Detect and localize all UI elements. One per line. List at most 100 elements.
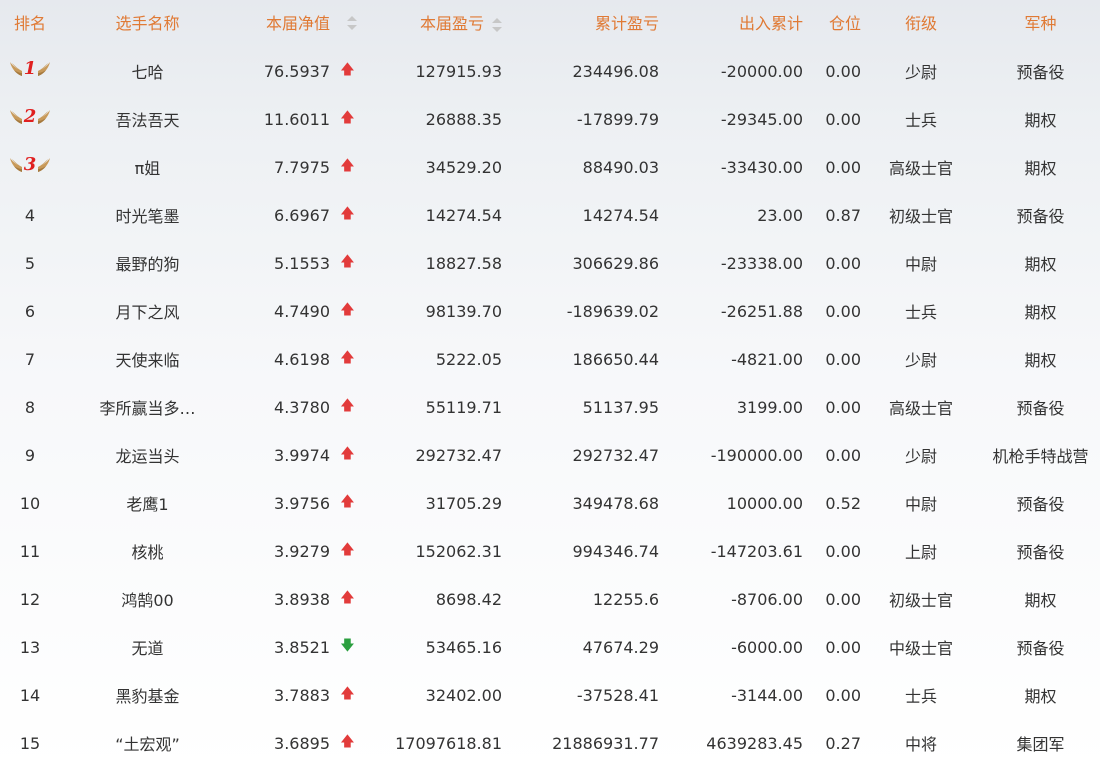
player-name[interactable]: 最野的狗	[60, 251, 235, 275]
table-body: 1 七哈 76.5937 🡅 127915.93 234496.08 -2000…	[0, 47, 1100, 767]
player-name[interactable]: 七哈	[60, 59, 235, 83]
player-name[interactable]: 黑豹基金	[60, 683, 235, 707]
column-header-in-out: 出入累计	[738, 14, 803, 33]
rank-cell: 3	[0, 156, 60, 178]
rank-cell: 13	[0, 638, 60, 657]
ranking-table: 排名 选手名称 本届净值 本届盈亏 累计盈亏 出入累计 仓位 衔级 军种 1 七…	[0, 0, 1100, 770]
trend-cell: 🡅	[330, 59, 365, 83]
arrow-up-icon: 🡅	[340, 110, 355, 126]
army-value: 预备役	[1016, 543, 1065, 562]
sort-icon[interactable]	[346, 16, 357, 30]
trend-cell: 🡅	[330, 299, 365, 323]
rank-number: 1	[23, 60, 37, 79]
trend-cell: 🡅	[330, 251, 365, 275]
position-value: 0.00	[825, 61, 861, 81]
title-value: 中级士官	[888, 639, 953, 658]
army-value: 期权	[1024, 111, 1057, 130]
position-value: 0.00	[825, 445, 861, 465]
player-name[interactable]: 龙运当头	[60, 443, 235, 467]
rank-cell: 10	[0, 494, 60, 513]
column-header-net-value[interactable]: 本届净值	[235, 10, 330, 34]
in-out-value: 10000.00	[726, 493, 803, 513]
medal-wing-icon	[9, 158, 22, 172]
column-header-profit[interactable]: 本届盈亏	[365, 10, 502, 34]
title-value: 士兵	[904, 687, 937, 706]
arrow-up-icon: 🡅	[340, 158, 355, 174]
table-row[interactable]: 7 天使来临 4.6198 🡅 5222.05 186650.44 -4821.…	[0, 335, 1100, 383]
table-row[interactable]: 8 李所赢当多… 4.3780 🡅 55119.71 51137.95 3199…	[0, 383, 1100, 431]
table-row[interactable]: 14 黑豹基金 3.7883 🡅 32402.00 -37528.41 -314…	[0, 671, 1100, 719]
profit-value: 32402.00	[425, 685, 502, 705]
title-value: 士兵	[904, 111, 937, 130]
position-value: 0.00	[825, 397, 861, 417]
title-value: 士兵	[904, 303, 937, 322]
arrow-up-icon: 🡅	[340, 302, 355, 318]
rank-number: 7	[24, 349, 36, 369]
profit-value: 18827.58	[425, 253, 502, 273]
army-value: 预备役	[1016, 207, 1065, 226]
table-header: 排名 选手名称 本届净值 本届盈亏 累计盈亏 出入累计 仓位 衔级 军种	[0, 0, 1100, 44]
title-value: 高级士官	[888, 159, 953, 178]
table-row[interactable]: 1 七哈 76.5937 🡅 127915.93 234496.08 -2000…	[0, 47, 1100, 95]
player-name[interactable]: “土宏观”	[60, 731, 235, 755]
player-name[interactable]: 鸿鹄00	[60, 587, 235, 611]
player-name[interactable]: 时光笔墨	[60, 203, 235, 227]
table-row[interactable]: 11 核桃 3.9279 🡅 152062.31 994346.74 -1472…	[0, 527, 1100, 575]
net-value: 4.3780	[274, 397, 330, 417]
table-row[interactable]: 15 “土宏观” 3.6895 🡅 17097618.81 21886931.7…	[0, 719, 1100, 767]
in-out-value: -4821.00	[731, 349, 803, 369]
profit-value: 31705.29	[425, 493, 502, 513]
medal-wing-icon	[9, 110, 22, 124]
trend-cell: 🡅	[330, 107, 365, 131]
rank-cell: 15	[0, 734, 60, 753]
total-profit-value: -189639.02	[566, 301, 659, 321]
rank-number: 14	[19, 685, 41, 705]
player-name[interactable]: 月下之风	[60, 299, 235, 323]
position-value: 0.00	[825, 541, 861, 561]
player-name[interactable]: 天使来临	[60, 347, 235, 371]
player-name[interactable]: 吾法吾天	[60, 107, 235, 131]
net-value: 6.6967	[274, 205, 330, 225]
table-row[interactable]: 9 龙运当头 3.9974 🡅 292732.47 292732.47 -190…	[0, 431, 1100, 479]
table-row[interactable]: 4 时光笔墨 6.6967 🡅 14274.54 14274.54 23.00 …	[0, 191, 1100, 239]
profit-value: 17097618.81	[395, 733, 502, 753]
in-out-value: 3199.00	[736, 397, 803, 417]
sort-icon[interactable]	[492, 17, 502, 32]
table-row[interactable]: 10 老鹰1 3.9756 🡅 31705.29 349478.68 10000…	[0, 479, 1100, 527]
in-out-value: 23.00	[757, 205, 803, 225]
army-value: 预备役	[1016, 495, 1065, 514]
sort-net-value[interactable]	[330, 13, 365, 32]
table-row[interactable]: 3 π姐 7.7975 🡅 34529.20 88490.03 -33430.0…	[0, 143, 1100, 191]
table-row[interactable]: 2 吾法吾天 11.6011 🡅 26888.35 -17899.79 -293…	[0, 95, 1100, 143]
player-name[interactable]: 核桃	[60, 539, 235, 563]
trend-cell: 🡅	[330, 347, 365, 371]
rank-cell: 8	[0, 398, 60, 417]
rank-cell: 14	[0, 686, 60, 705]
table-row[interactable]: 6 月下之风 4.7490 🡅 98139.70 -189639.02 -262…	[0, 287, 1100, 335]
player-name[interactable]: 无道	[60, 635, 235, 659]
player-name[interactable]: π姐	[60, 155, 235, 179]
trend-cell: 🡅	[330, 731, 365, 755]
table-row[interactable]: 12 鸿鹄00 3.8938 🡅 8698.42 12255.6 -8706.0…	[0, 575, 1100, 623]
title-value: 中将	[904, 735, 937, 754]
position-value: 0.00	[825, 301, 861, 321]
army-value: 预备役	[1016, 63, 1065, 82]
position-value: 0.00	[825, 349, 861, 369]
rank-cell: 4	[0, 206, 60, 225]
rank-number: 13	[19, 637, 41, 657]
title-value: 初级士官	[888, 207, 953, 226]
table-row[interactable]: 13 无道 3.8521 🡇 53465.16 47674.29 -6000.0…	[0, 623, 1100, 671]
arrow-up-icon: 🡅	[340, 686, 355, 702]
arrow-up-icon: 🡅	[340, 254, 355, 270]
in-out-value: -33430.00	[720, 157, 803, 177]
player-name[interactable]: 李所赢当多…	[60, 395, 235, 419]
table-row[interactable]: 5 最野的狗 5.1553 🡅 18827.58 306629.86 -2333…	[0, 239, 1100, 287]
profit-value: 98139.70	[425, 301, 502, 321]
player-name[interactable]: 老鹰1	[60, 491, 235, 515]
net-value: 3.8521	[274, 637, 330, 657]
in-out-value: -190000.00	[710, 445, 803, 465]
arrow-up-icon: 🡅	[340, 734, 355, 750]
column-header-name: 选手名称	[115, 14, 180, 33]
total-profit-value: -37528.41	[576, 685, 659, 705]
rank-number: 3	[23, 156, 37, 175]
